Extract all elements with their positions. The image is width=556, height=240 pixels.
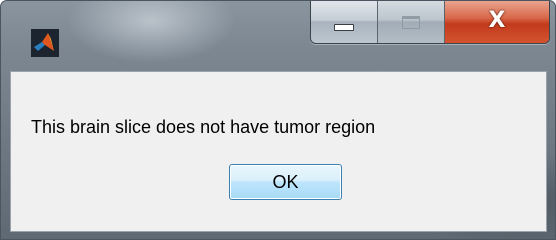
- close-button[interactable]: X: [445, 1, 549, 43]
- minimize-icon: [334, 23, 354, 31]
- title-bar[interactable]: X: [1, 1, 555, 71]
- close-icon: X: [488, 8, 506, 33]
- dialog-body: This brain slice does not have tumor reg…: [10, 71, 547, 232]
- matlab-icon: [31, 29, 59, 57]
- maximize-icon: [402, 15, 420, 29]
- maximize-button[interactable]: [378, 1, 445, 43]
- minimize-button[interactable]: [311, 1, 378, 43]
- message-text: This brain slice does not have tumor reg…: [31, 117, 376, 137]
- dialog-window: X This brain slice does not have tumor r…: [0, 0, 556, 240]
- ok-button[interactable]: OK: [229, 164, 342, 200]
- caption-buttons: X: [310, 1, 550, 44]
